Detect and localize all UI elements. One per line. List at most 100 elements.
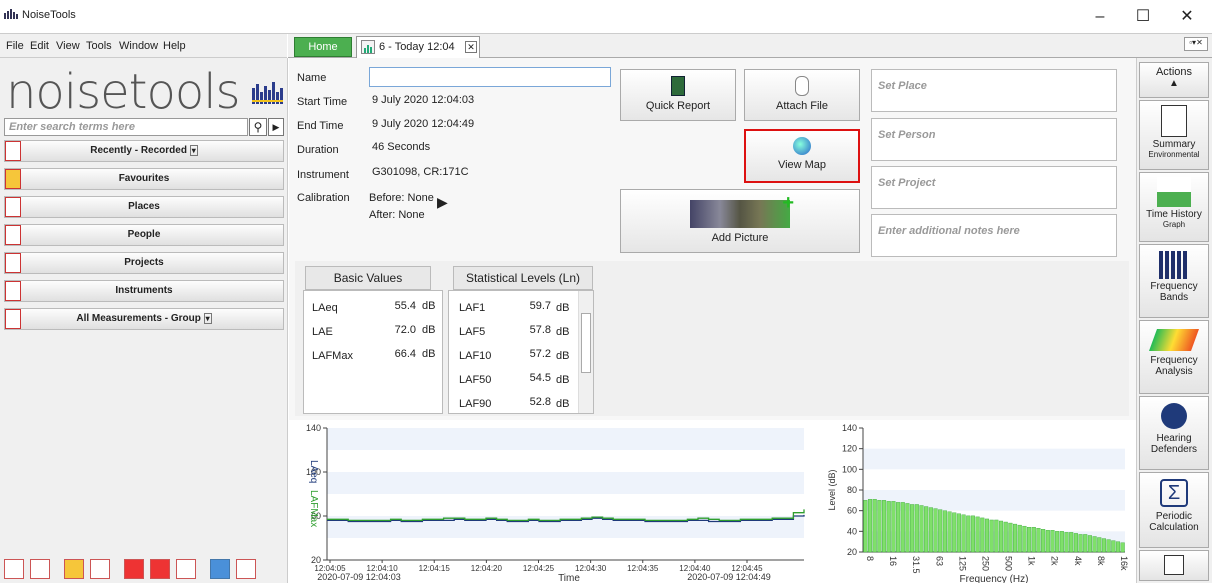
actions-label: Actions [1155, 66, 1193, 78]
menu-file[interactable]: File [6, 40, 24, 52]
name-label: Name [297, 72, 327, 84]
bar [928, 507, 933, 553]
maximize-button[interactable]: ☐ [1128, 6, 1158, 28]
hearing-defenders-button[interactable]: Hearing Defenders [1139, 396, 1209, 470]
name-input[interactable] [369, 67, 611, 87]
actions-header[interactable]: Actions ▲ [1139, 62, 1209, 98]
close-tab-icon[interactable]: ✕ [465, 41, 477, 53]
tab-measurement[interactable]: 6 - Today 12:04 ✕ [356, 36, 480, 58]
close-button[interactable]: ✕ [1172, 6, 1202, 28]
folder-icon[interactable] [90, 559, 110, 579]
basic-value-name: LAFMax [312, 350, 353, 362]
bar [867, 499, 873, 553]
tab-home[interactable]: Home [294, 37, 352, 57]
x-tick-label: 8 [865, 556, 875, 561]
sigma-icon: Σ [1160, 479, 1188, 507]
x-axis-label: Time [558, 573, 580, 583]
end-time-label: End Time [297, 120, 344, 132]
bar [919, 505, 924, 553]
add-picture-button[interactable]: + Add Picture [620, 189, 860, 253]
view-map-button[interactable]: View Map [744, 129, 860, 183]
add-person-icon[interactable] [150, 559, 170, 579]
frequency-bands-chart: 20 40 60 80 100 120 140 Level (dB) 8 16 31.5 63 125 2… [827, 423, 1129, 583]
time-history-icon [1157, 177, 1191, 207]
window-controls-icon[interactable]: ▫▾✕ [1184, 37, 1208, 51]
bar [966, 515, 971, 553]
sidebar-item-recent[interactable]: Recently - Recorded ▾ [4, 140, 284, 162]
document-icon[interactable] [176, 559, 196, 579]
x-axis-label: Frequency (Hz) [960, 574, 1029, 583]
bar [998, 520, 1004, 553]
bar [984, 518, 990, 553]
meter-icon [5, 281, 21, 301]
chevron-down-icon[interactable]: ▾ [189, 145, 198, 156]
quick-report-button[interactable]: Quick Report [620, 69, 736, 121]
summary-button[interactable]: Summary Environmental [1139, 100, 1209, 170]
open-folder-icon[interactable] [30, 559, 50, 579]
bar [910, 504, 915, 553]
sidebar-item-projects[interactable]: Projects [4, 252, 284, 274]
sidebar-item-places[interactable]: Places [4, 196, 284, 218]
globe-icon [793, 137, 811, 155]
bar [1064, 532, 1069, 553]
menu-view[interactable]: View [56, 40, 80, 52]
bar [1083, 534, 1088, 553]
expand-arrow-icon[interactable]: ▶ [437, 194, 448, 211]
search-icon[interactable]: ⚲ [249, 118, 267, 136]
meter-icon[interactable] [210, 559, 230, 579]
bar [989, 519, 994, 553]
person-icon [5, 225, 21, 245]
sidebar-item-people[interactable]: People [4, 224, 284, 246]
sidebar-item-favourites[interactable]: Favourites [4, 168, 284, 190]
minimize-button[interactable]: – [1085, 6, 1115, 28]
frequency-analysis-label: Frequency [1150, 355, 1198, 366]
play-icon[interactable]: ▶ [268, 118, 284, 136]
menu-bar: File Edit View Tools Window Help [0, 34, 287, 58]
frequency-bands-button[interactable]: Frequency Bands [1139, 244, 1209, 318]
bar [1073, 533, 1078, 553]
y-tick-label: 140 [306, 423, 321, 433]
place-field[interactable]: Set Place [871, 69, 1117, 112]
basic-values-title: Basic Values [305, 266, 431, 290]
attach-file-button[interactable]: Attach File [744, 69, 860, 121]
bar [1003, 521, 1008, 553]
sidebar-item-all-measurements[interactable]: All Measurements - Group ▾ [4, 308, 284, 330]
recorder-icon[interactable] [236, 559, 256, 579]
sidebar-item-instruments[interactable]: Instruments [4, 280, 284, 302]
search-input[interactable]: Enter search terms here [4, 118, 248, 136]
person-field[interactable]: Set Person [871, 118, 1117, 161]
app-icon [4, 9, 18, 19]
scrollbar-thumb[interactable] [581, 313, 591, 373]
statistical-levels-panel: LAF1 59.7 dB LAF5 57.8 dB LAF10 57.2 dB … [448, 290, 594, 414]
document-icon [5, 309, 21, 329]
time-history-button[interactable]: Time History Graph [1139, 172, 1209, 242]
sidebar-item-label: Places [128, 201, 160, 212]
periodic-calculation-label: Periodic [1155, 511, 1193, 522]
menu-edit[interactable]: Edit [30, 40, 49, 52]
bar [896, 502, 901, 553]
actions-panel: Actions ▲ Summary Environmental Time His… [1136, 58, 1212, 583]
periodic-calculation-button[interactable]: Σ Periodic Calculation [1139, 472, 1209, 548]
chevron-down-icon[interactable]: ▾ [203, 313, 212, 324]
favourite-star-icon[interactable] [64, 559, 84, 579]
frequency-bands-label: Frequency [1150, 281, 1198, 292]
frequency-analysis-button[interactable]: Frequency Analysis [1139, 320, 1209, 394]
menu-window[interactable]: Window [119, 40, 158, 52]
x-tick-label: 12:04:30 [575, 564, 607, 573]
more-actions-button[interactable] [1139, 550, 1209, 581]
menu-tools[interactable]: Tools [86, 40, 112, 52]
sidebar: noisetools Enter search terms here ⚲ ▶ R… [0, 58, 288, 583]
project-field[interactable]: Set Project [871, 166, 1117, 209]
stat-value: 57.8 [529, 324, 551, 336]
notes-field[interactable]: Enter additional notes here [871, 214, 1117, 257]
new-document-icon[interactable] [4, 559, 24, 579]
y-tick-label: 140 [842, 423, 857, 433]
bar [1059, 531, 1064, 553]
scrollbar[interactable] [578, 291, 593, 413]
bar [1115, 541, 1121, 553]
headphones-icon [1161, 403, 1187, 429]
view-map-label: View Map [777, 159, 827, 171]
pin-icon [5, 141, 21, 161]
house-icon[interactable] [124, 559, 144, 579]
menu-help[interactable]: Help [163, 40, 186, 52]
